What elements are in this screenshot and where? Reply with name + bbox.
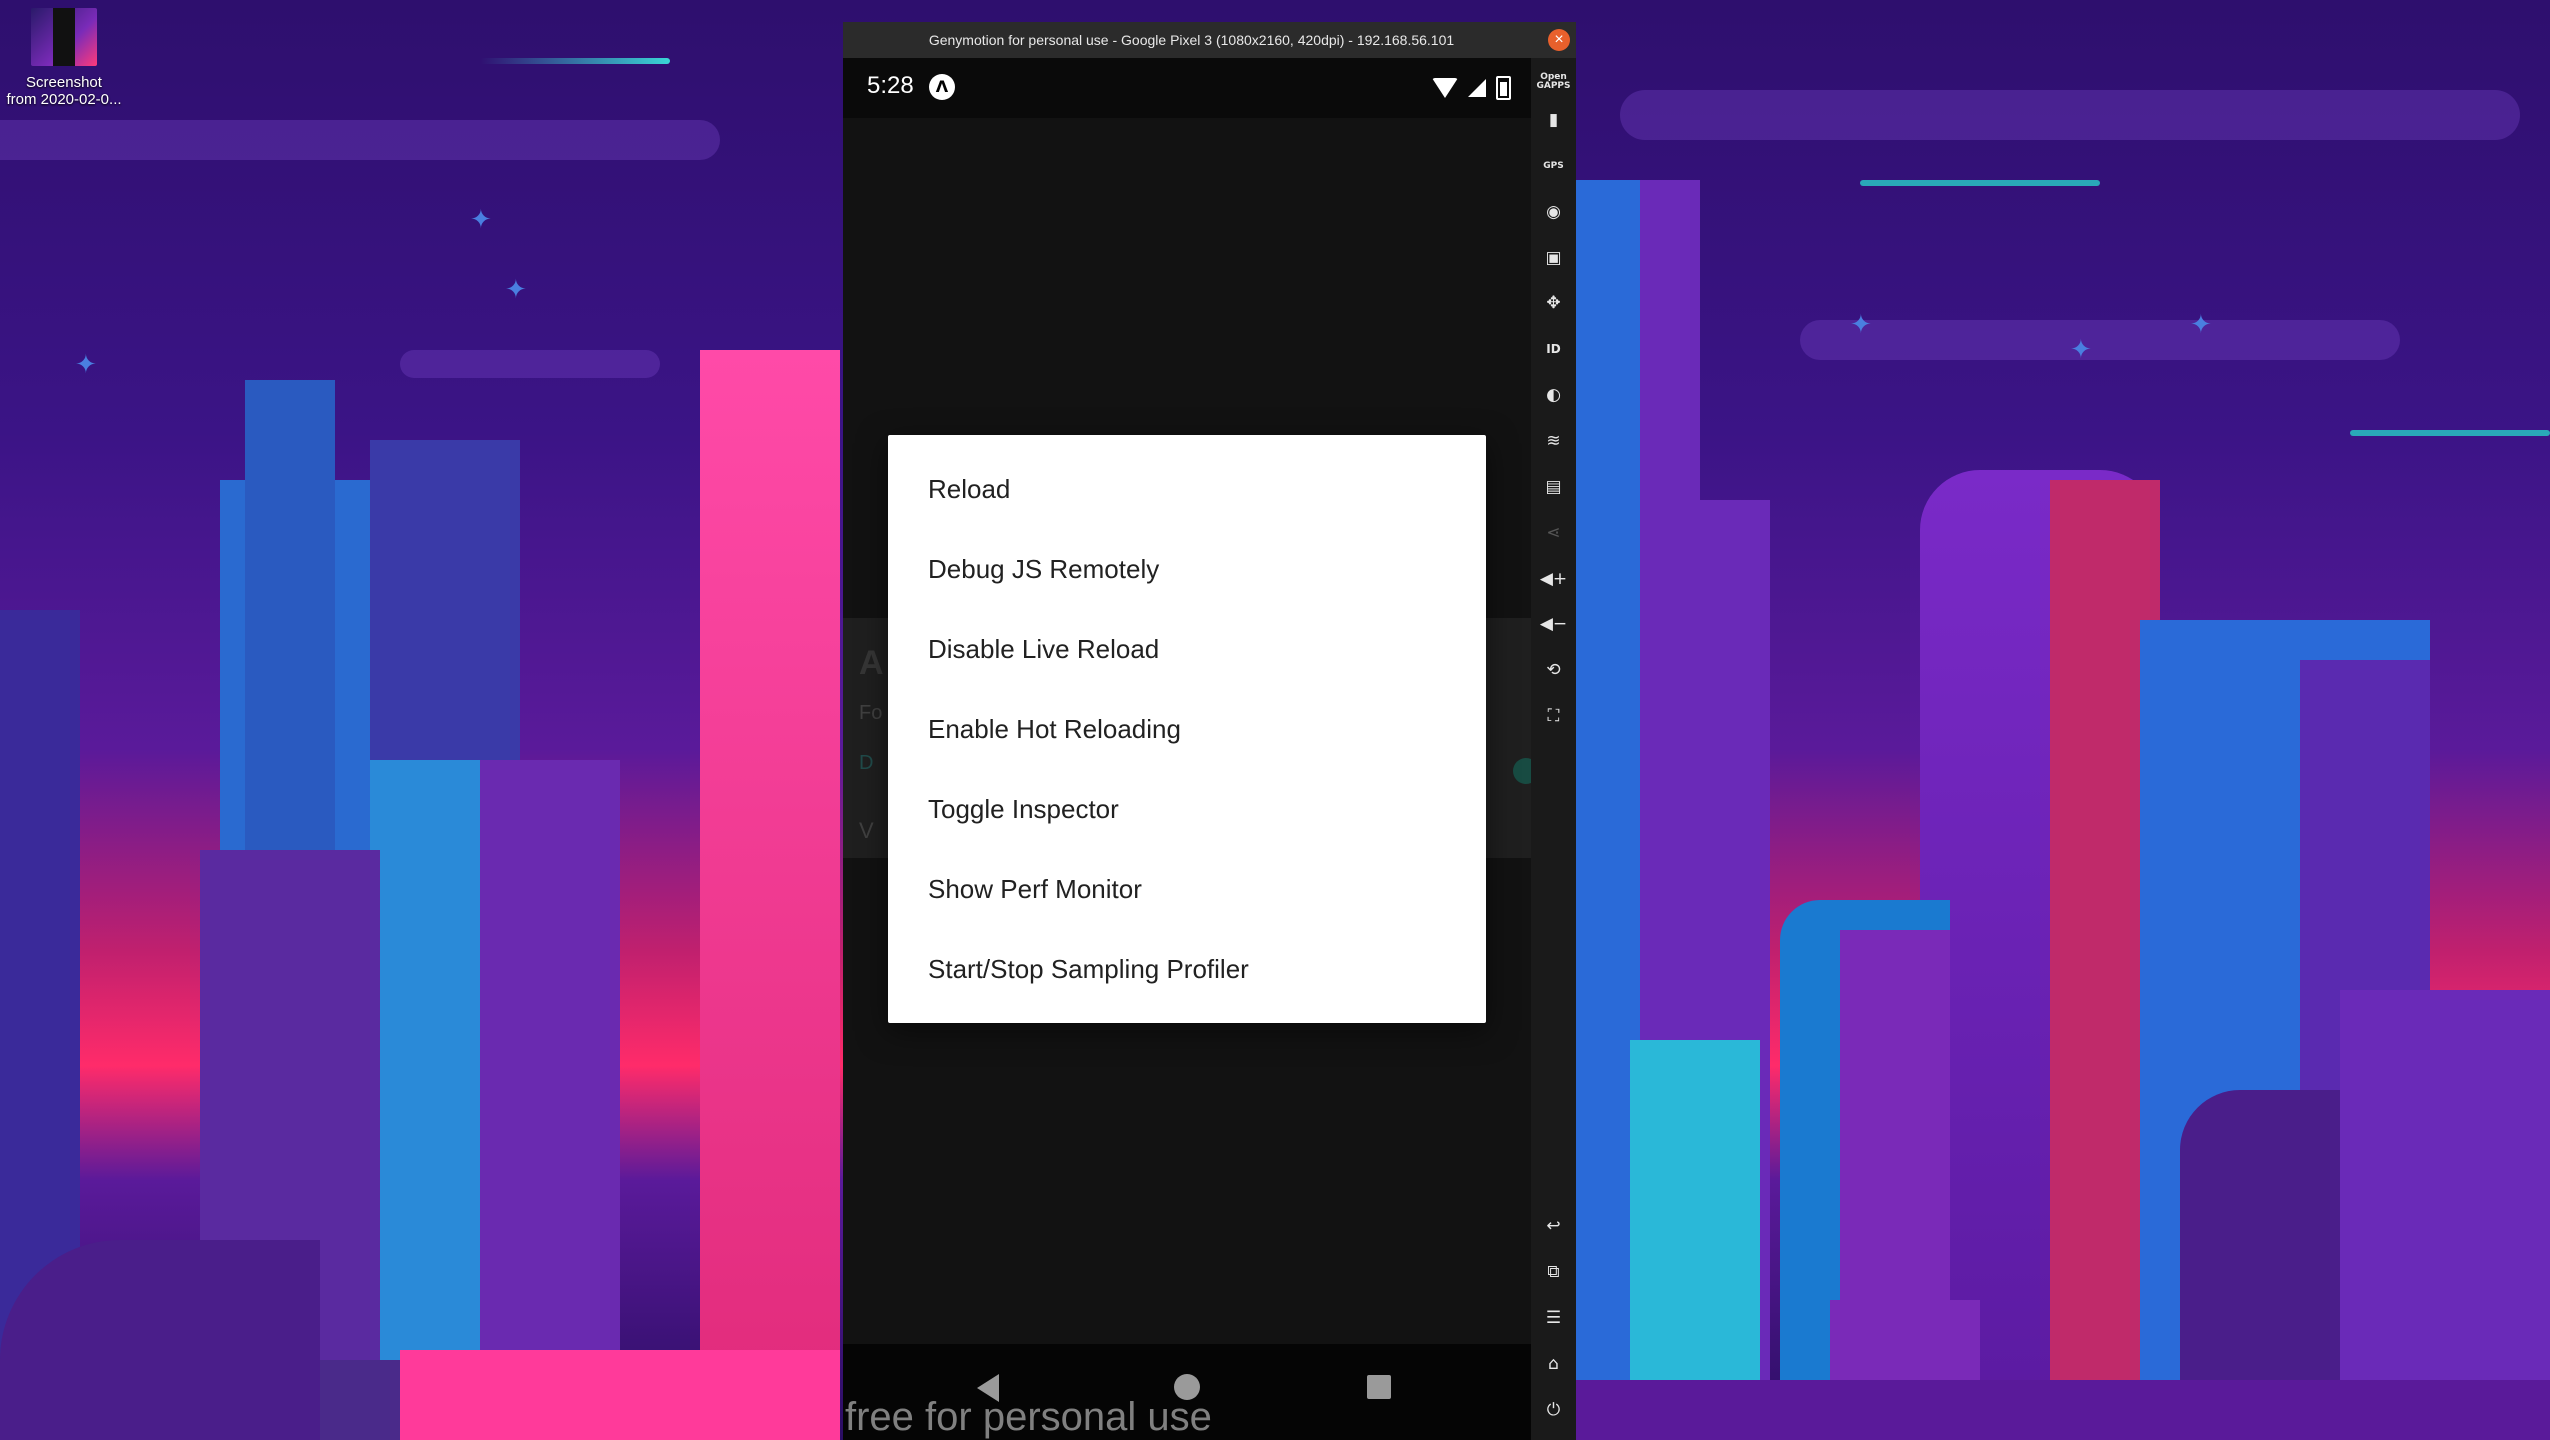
android-status-bar: 5:28 Λ — [843, 58, 1531, 118]
recent-apps-icon[interactable]: ⧉ — [1531, 1256, 1576, 1288]
identifiers-icon[interactable]: ID — [1531, 333, 1576, 365]
window-title: Genymotion for personal use - Google Pix… — [928, 32, 1455, 48]
capture-icon[interactable]: ▣ — [1531, 242, 1576, 274]
disk-io-icon[interactable]: ◐ — [1531, 379, 1576, 411]
webcam-icon[interactable]: ◉ — [1531, 196, 1576, 228]
volume-down-icon[interactable]: ◀− — [1531, 608, 1576, 640]
sms-icon[interactable]: ▤ — [1531, 471, 1576, 503]
share-icon[interactable]: ⋖ — [1531, 517, 1576, 549]
remote-control-icon[interactable]: ✥ — [1531, 287, 1576, 319]
close-window-button[interactable]: × — [1548, 29, 1570, 51]
back-icon[interactable]: ↩ — [1531, 1210, 1576, 1242]
pixel-perfect-icon[interactable]: ⛶ — [1531, 700, 1576, 732]
volume-up-icon[interactable]: ◀+ — [1531, 563, 1576, 595]
battery-status-icon — [1496, 76, 1511, 100]
menu-item-reload[interactable]: Reload — [888, 449, 1486, 529]
menu-item-toggle-inspector[interactable]: Toggle Inspector — [888, 769, 1486, 849]
toggle-knob-icon — [1513, 758, 1531, 784]
home-icon[interactable]: ⌂ — [1531, 1348, 1576, 1380]
power-icon[interactable]: ⏻ — [1531, 1394, 1576, 1426]
rotate-icon[interactable]: ⟲ — [1531, 654, 1576, 686]
gps-icon[interactable]: GPS — [1531, 150, 1576, 182]
android-nav-bar: free for personal use — [843, 1344, 1531, 1440]
nav-recents-icon[interactable] — [1367, 1375, 1391, 1399]
network-icon[interactable]: ≋ — [1531, 425, 1576, 457]
expo-notification-icon: Λ — [929, 74, 955, 100]
menu-item-show-perf-monitor[interactable]: Show Perf Monitor — [888, 849, 1486, 929]
battery-icon[interactable]: ▮ — [1531, 104, 1576, 136]
status-time: 5:28 — [867, 72, 914, 99]
wifi-icon — [1432, 78, 1458, 98]
emulator-side-toolbar: Open GAPPS ▮ GPS ◉ ▣ ✥ ID ◐ ≋ ▤ ⋖ ◀+ ◀− … — [1531, 58, 1576, 1440]
personal-use-watermark: free for personal use — [845, 1395, 1212, 1439]
open-gapps-icon[interactable]: Open GAPPS — [1531, 66, 1576, 98]
device-screen: 5:28 Λ A Fo D V Reload Debug JS Remotely… — [843, 58, 1531, 1440]
menu-item-disable-live-reload[interactable]: Disable Live Reload — [888, 609, 1486, 689]
image-thumbnail-icon — [31, 8, 97, 66]
desktop-screenshot-file[interactable]: Screenshot from 2020-02-0... — [4, 8, 124, 108]
emulator-window: Genymotion for personal use - Google Pix… — [843, 22, 1576, 1440]
menu-item-debug-js-remotely[interactable]: Debug JS Remotely — [888, 529, 1486, 609]
menu-item-enable-hot-reloading[interactable]: Enable Hot Reloading — [888, 689, 1486, 769]
cell-signal-icon — [1468, 79, 1486, 97]
menu-item-sampling-profiler[interactable]: Start/Stop Sampling Profiler — [888, 929, 1486, 1009]
dev-menu-dialog: Reload Debug JS Remotely Disable Live Re… — [888, 435, 1486, 1023]
window-titlebar[interactable]: Genymotion for personal use - Google Pix… — [843, 22, 1576, 58]
menu-icon[interactable]: ☰ — [1531, 1302, 1576, 1334]
desktop-icon-label: Screenshot from 2020-02-0... — [6, 74, 122, 108]
